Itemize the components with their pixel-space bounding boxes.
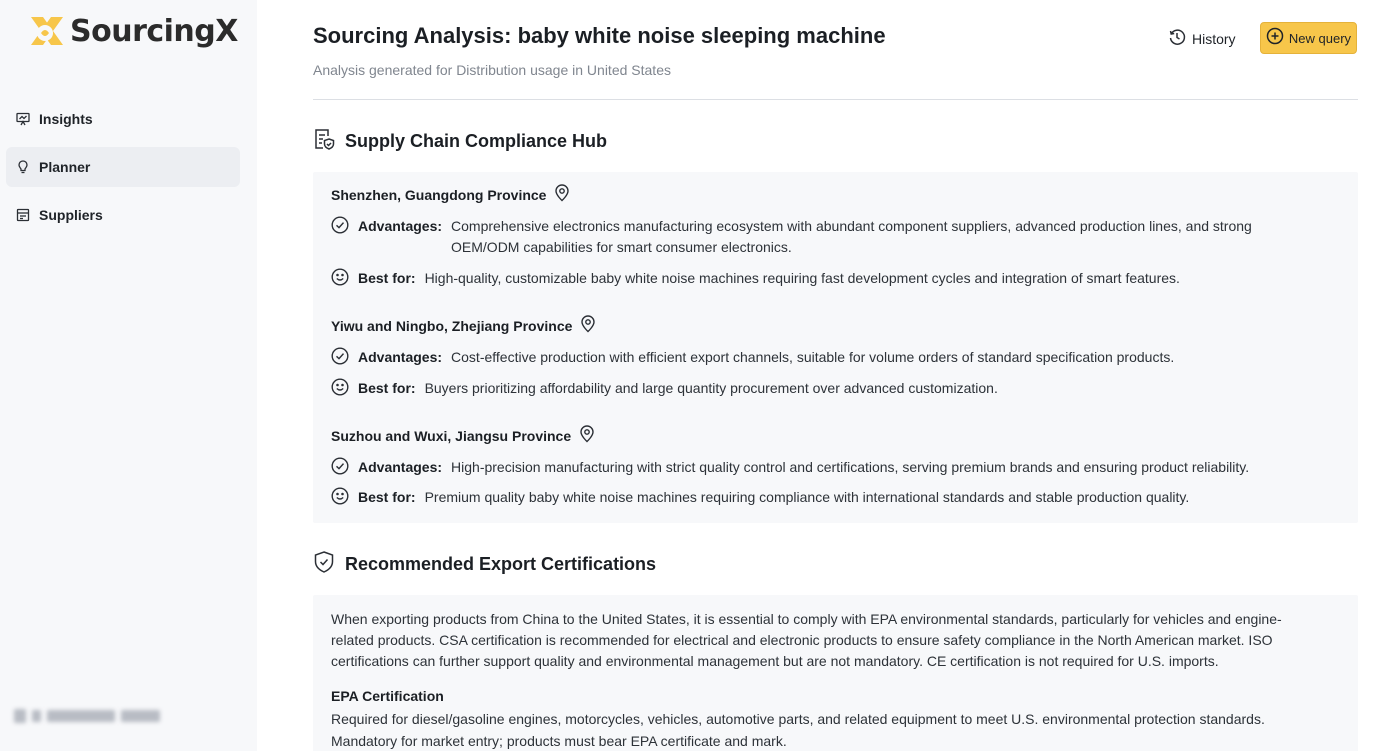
avatar <box>14 709 26 723</box>
new-query-button[interactable]: New query <box>1260 22 1357 54</box>
compliance-hub-panel: Shenzhen, Guangdong Province Advantages:… <box>313 172 1358 523</box>
best-for-row: Best for: Premium quality baby white noi… <box>331 487 1189 508</box>
advantages-row: Advantages: Comprehensive electronics ma… <box>331 216 1291 258</box>
region-name: Suzhou and Wuxi, Jiangsu Province <box>331 428 572 444</box>
certifications-panel: When exporting products from China to th… <box>313 595 1358 751</box>
advantages-row: Advantages: High-precision manufacturing… <box>331 457 1249 478</box>
best-for-label: Best for: <box>358 270 416 286</box>
page-title: Sourcing Analysis: baby white noise slee… <box>313 23 886 48</box>
plus-circle-icon <box>1266 27 1284 50</box>
certification-name: EPA Certification <box>331 688 444 704</box>
new-query-label: New query <box>1288 30 1352 46</box>
section-title: Supply Chain Compliance Hub <box>345 131 608 151</box>
region-name: Yiwu and Ningbo, Zhejiang Province <box>331 318 573 334</box>
location-pin-icon <box>579 424 595 448</box>
advantages-text: Cost-effective production with efficient… <box>451 349 1175 365</box>
region-name: Shenzhen, Guangdong Province <box>331 187 547 203</box>
section-header-hub: Supply Chain Compliance Hub <box>313 127 607 156</box>
brand-logo[interactable]: SourcingX <box>28 12 238 50</box>
sidebar-item-label: Insights <box>39 111 93 127</box>
smile-icon <box>331 378 349 396</box>
location-pin-icon <box>580 314 596 338</box>
region-heading: Yiwu and Ningbo, Zhejiang Province <box>331 314 596 338</box>
location-pin-icon <box>554 183 570 207</box>
advantages-label: Advantages: <box>358 218 443 234</box>
document-shield-icon <box>313 127 335 156</box>
brand-name: SourcingX <box>70 13 238 49</box>
best-for-text: Premium quality baby white noise machine… <box>424 489 1190 505</box>
advantages-label: Advantages: <box>358 459 443 475</box>
sidebar-nav: Insights Planner Suppliers <box>6 99 240 243</box>
advantages-label: Advantages: <box>358 349 443 365</box>
best-for-label: Best for: <box>358 380 416 396</box>
sidebar-item-label: Planner <box>39 159 91 175</box>
lightbulb-icon <box>16 160 30 174</box>
best-for-label: Best for: <box>358 489 416 505</box>
presentation-chart-icon <box>16 112 30 126</box>
shield-check-icon <box>313 550 335 579</box>
smile-icon <box>331 268 349 286</box>
sidebar: SourcingX Insights Planner Suppliers <box>0 0 257 751</box>
best-for-text: High-quality, customizable baby white no… <box>424 270 1180 286</box>
check-circle-icon <box>331 347 349 365</box>
region-heading: Shenzhen, Guangdong Province <box>331 183 570 207</box>
check-circle-icon <box>331 216 349 234</box>
best-for-row: Best for: High-quality, customizable bab… <box>331 268 1180 289</box>
region-heading: Suzhou and Wuxi, Jiangsu Province <box>331 424 595 448</box>
history-label: History <box>1192 31 1236 47</box>
advantages-row: Advantages: Cost-effective production wi… <box>331 347 1174 368</box>
user-account-blurred[interactable] <box>14 706 160 726</box>
best-for-text: Buyers prioritizing affordability and la… <box>424 380 998 396</box>
blurred-text <box>121 710 160 722</box>
page-subtitle: Analysis generated for Distribution usag… <box>313 62 671 78</box>
certification-description: Required for diesel/gasoline engines, mo… <box>331 711 1265 749</box>
advantages-text: Comprehensive electronics manufacturing … <box>451 218 1252 255</box>
sidebar-item-label: Suppliers <box>39 207 103 223</box>
blurred-text <box>47 710 116 722</box>
sidebar-item-suppliers[interactable]: Suppliers <box>6 195 240 235</box>
advantages-text: High-precision manufacturing with strict… <box>451 459 1250 475</box>
certifications-intro: When exporting products from China to th… <box>331 611 1282 669</box>
section-header-certifications: Recommended Export Certifications <box>313 550 656 579</box>
best-for-row: Best for: Buyers prioritizing affordabil… <box>331 378 998 399</box>
section-title: Recommended Export Certifications <box>345 554 657 574</box>
history-icon <box>1168 28 1186 51</box>
sidebar-item-insights[interactable]: Insights <box>6 99 240 139</box>
smile-icon <box>331 487 349 505</box>
history-button[interactable]: History <box>1168 26 1236 52</box>
header-divider <box>313 99 1358 100</box>
logo-x-icon <box>28 12 66 50</box>
blurred-text <box>31 710 42 722</box>
sidebar-item-planner[interactable]: Planner <box>6 147 240 187</box>
store-icon <box>16 208 30 222</box>
check-circle-icon <box>331 457 349 475</box>
